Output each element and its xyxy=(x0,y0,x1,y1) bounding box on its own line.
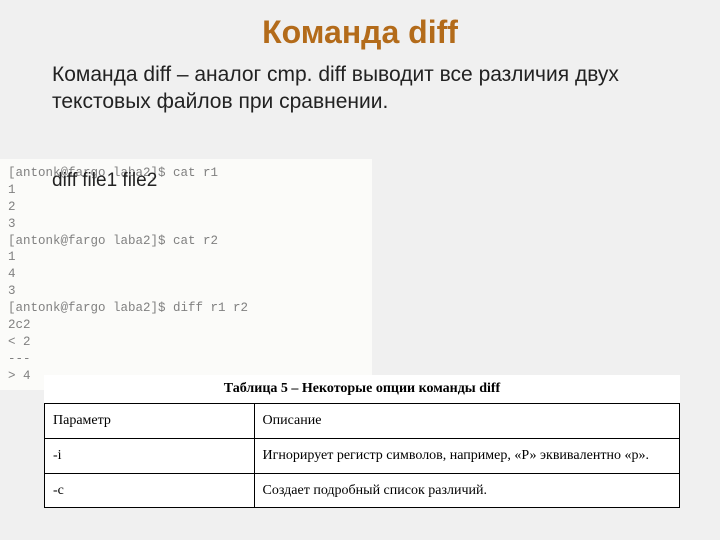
cell-param: -c xyxy=(45,473,255,508)
header-param: Параметр xyxy=(45,404,255,439)
cell-param: -i xyxy=(45,438,255,473)
terminal-line: [antonk@fargo laba2]$ cat r2 xyxy=(8,234,218,248)
terminal-line: 1 xyxy=(8,183,16,197)
terminal-line: 3 xyxy=(8,217,16,231)
table-row: -i Игнорирует регистр символов, например… xyxy=(45,438,680,473)
terminal-line: 3 xyxy=(8,284,16,298)
terminal-output: [antonk@fargo laba2]$ cat r1 1 2 3 [anto… xyxy=(0,159,372,390)
terminal-line: 2c2 xyxy=(8,318,31,332)
terminal-line: [antonk@fargo laba2]$ diff r1 r2 xyxy=(8,301,248,315)
header-desc: Описание xyxy=(254,404,679,439)
terminal-line: 2 xyxy=(8,200,16,214)
terminal-line: > 4 xyxy=(8,369,31,383)
terminal-line: --- xyxy=(8,352,31,366)
table-header-row: Параметр Описание xyxy=(45,404,680,439)
terminal-line: 1 xyxy=(8,250,16,264)
options-table-wrap: Таблица 5 – Некоторые опции команды diff… xyxy=(44,375,680,508)
table-caption: Таблица 5 – Некоторые опции команды diff xyxy=(44,375,680,403)
table-row: -c Создает подробный список различий. xyxy=(45,473,680,508)
terminal-line: < 2 xyxy=(8,335,31,349)
usage-text: diff file1 file2 xyxy=(52,170,157,192)
slide-description: Команда diff – аналог cmp. diff выводит … xyxy=(0,61,720,126)
slide-title: Команда diff xyxy=(0,0,720,61)
cell-desc: Создает подробный список различий. xyxy=(254,473,679,508)
cell-desc: Игнорирует регистр символов, например, «… xyxy=(254,438,679,473)
terminal-line: 4 xyxy=(8,267,16,281)
options-table: Параметр Описание -i Игнорирует регистр … xyxy=(44,403,680,508)
